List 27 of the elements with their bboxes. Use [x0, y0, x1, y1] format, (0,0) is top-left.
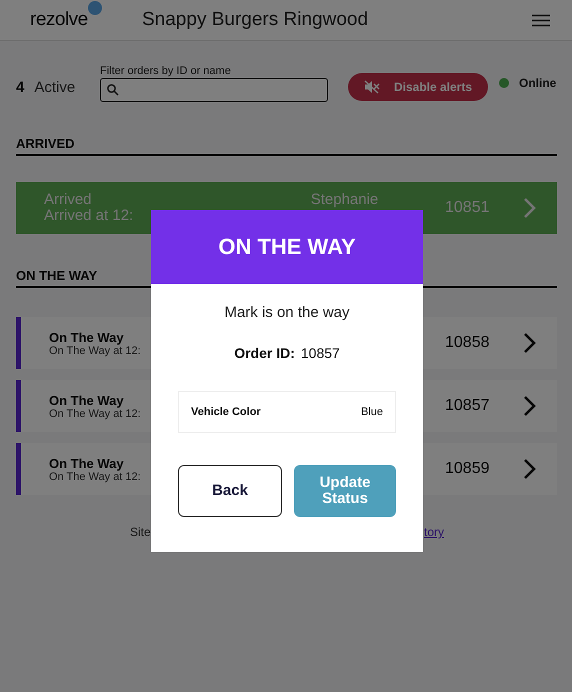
order-time: On The Way at 12:: [49, 408, 142, 420]
store-title: Snappy Burgers Ringwood: [142, 9, 370, 31]
active-count: 4: [16, 79, 24, 96]
order-id-label: Order ID:: [234, 345, 295, 361]
footer-text: Site: [130, 525, 151, 539]
status-label: Online: [519, 76, 556, 90]
dialog-title: ON THE WAY: [151, 210, 423, 284]
order-time: On The Way at 12:: [49, 344, 142, 356]
order-id: 10859: [445, 460, 490, 478]
order-id: 10858: [445, 334, 490, 352]
filter-label: Filter orders by ID or name: [100, 65, 232, 77]
order-time: Arrived at 12:: [44, 208, 134, 224]
dialog-message: Mark is on the way: [224, 304, 350, 321]
order-time: On The Way at 12:: [49, 470, 142, 482]
order-status: On The Way: [49, 392, 125, 408]
customer-name: Stephanie: [310, 193, 378, 207]
section-heading: ARRIVED: [16, 107, 557, 156]
order-id-value: 10857: [300, 345, 340, 361]
active-label: Active: [34, 79, 76, 96]
order-id: 10857: [445, 397, 490, 415]
logo: rezolve: [30, 9, 88, 31]
order-id: 10851: [445, 199, 490, 217]
order-status: On The Way: [49, 456, 125, 470]
detail-value: Blue: [360, 406, 383, 418]
detail-label: Vehicle Color: [191, 406, 261, 418]
order-status: Arrived: [44, 192, 93, 208]
order-status: On The Way: [49, 330, 125, 344]
